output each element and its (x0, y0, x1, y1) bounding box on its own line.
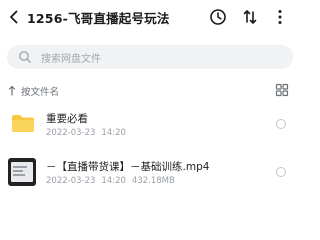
top-bar: 1256-飞哥直播起号玩法 (0, 0, 300, 34)
select-checkbox[interactable] (276, 167, 286, 177)
file-meta: 2022-03-23 14:20 432.18MB (46, 176, 181, 186)
search-input[interactable]: 搜索网盘文件 (7, 45, 293, 69)
file-name: －【直播带货课】－基础训练.mp4 (46, 161, 210, 173)
select-checkbox[interactable] (276, 119, 286, 129)
file-size: 432.18MB (131, 176, 175, 186)
file-meta: 2022-03-23 14:20 (46, 128, 132, 138)
file-time: 14:20 (101, 176, 126, 186)
search-placeholder: 搜索网盘文件 (41, 54, 101, 65)
sort-order-icon[interactable] (240, 7, 260, 27)
more-options-icon[interactable] (270, 7, 290, 27)
list-item[interactable]: 重要必看 2022-03-23 14:20 (0, 102, 300, 146)
file-date: 2022-03-23 (46, 128, 96, 138)
file-date: 2022-03-23 (46, 176, 96, 186)
grid-view-icon[interactable] (274, 82, 290, 98)
sort-arrow-icon (8, 85, 16, 96)
history-icon[interactable] (208, 7, 228, 27)
list-item[interactable]: －【直播带货课】－基础训练.mp4 2022-03-23 14:20 432.18M… (0, 150, 300, 194)
search-icon (19, 51, 31, 63)
page-title: 1256-飞哥直播起号玩法 (27, 11, 170, 26)
back-arrow-icon[interactable] (6, 9, 22, 25)
file-time: 14:20 (101, 128, 126, 138)
folder-icon (12, 115, 34, 132)
video-thumbnail (8, 158, 36, 186)
sort-label: 按文件名 (21, 87, 60, 98)
file-name: 重要必看 (46, 113, 88, 125)
